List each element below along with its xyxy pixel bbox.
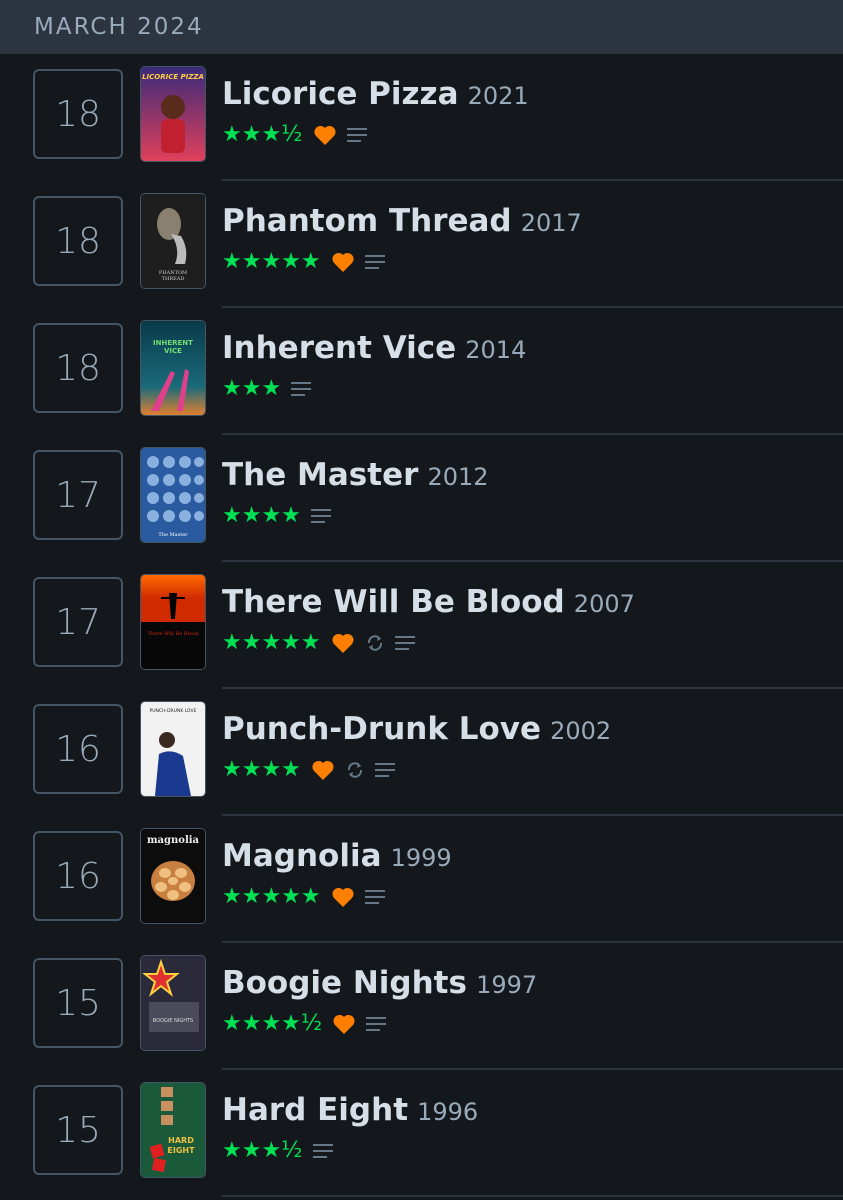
review-icon[interactable] bbox=[366, 1016, 387, 1032]
diary-entry[interactable]: 15 BOOGIE NIGHTS Boogie Nights 1997 ★★★★… bbox=[0, 943, 843, 1070]
svg-text:magnolia: magnolia bbox=[147, 835, 200, 846]
heart-icon bbox=[332, 252, 354, 272]
star-rating: ★★★ bbox=[222, 376, 282, 401]
film-year[interactable]: 1997 bbox=[476, 971, 537, 999]
star-rating: ★★★★★ bbox=[222, 884, 321, 909]
film-title[interactable]: Boogie Nights bbox=[222, 965, 467, 1001]
day-number[interactable]: 17 bbox=[33, 577, 123, 667]
review-icon[interactable] bbox=[346, 127, 367, 143]
diary-entry[interactable]: 15 HARD EIGHT Hard Eight 1996 ★★★½ bbox=[0, 1070, 843, 1197]
film-title[interactable]: There Will Be Blood bbox=[222, 584, 565, 620]
review-icon[interactable] bbox=[364, 254, 385, 270]
film-title[interactable]: Inherent Vice bbox=[222, 330, 456, 366]
day-number[interactable]: 17 bbox=[33, 450, 123, 540]
day-number[interactable]: 16 bbox=[33, 831, 123, 921]
month-title: MARCH 2024 bbox=[34, 14, 204, 40]
diary-entry[interactable]: 16 PUNCH-DRUNK LOVE Punch-Drunk Love 200… bbox=[0, 689, 843, 816]
svg-text:THREAD: THREAD bbox=[162, 276, 185, 282]
diary-entry[interactable]: 18 PHANTOM THREAD Phantom Thread 2017 ★★… bbox=[0, 181, 843, 308]
heart-icon bbox=[333, 1014, 355, 1034]
svg-text:INHERENT: INHERENT bbox=[153, 339, 193, 347]
film-year[interactable]: 2014 bbox=[465, 336, 526, 364]
review-icon[interactable] bbox=[310, 508, 331, 524]
film-title[interactable]: Phantom Thread bbox=[222, 203, 512, 239]
diary-entry[interactable]: 18 LICORICE PIZZA Licorice Pizza 2021 ★★… bbox=[0, 54, 843, 181]
film-poster[interactable]: PUNCH-DRUNK LOVE bbox=[141, 702, 205, 796]
month-header: MARCH 2024 bbox=[0, 0, 843, 54]
film-title[interactable]: The Master bbox=[222, 457, 418, 493]
row-divider bbox=[222, 1195, 843, 1197]
film-year[interactable]: 1996 bbox=[417, 1098, 478, 1126]
day-number[interactable]: 15 bbox=[33, 958, 123, 1048]
film-poster[interactable]: INHERENT VICE bbox=[141, 321, 205, 415]
film-year[interactable]: 2021 bbox=[468, 82, 529, 110]
film-year[interactable]: 1999 bbox=[391, 844, 452, 872]
heart-icon bbox=[332, 633, 354, 653]
day-number[interactable]: 18 bbox=[33, 323, 123, 413]
star-rating: ★★★★ bbox=[222, 757, 301, 782]
day-number[interactable]: 15 bbox=[33, 1085, 123, 1175]
star-rating: ★★★★½ bbox=[222, 1011, 323, 1036]
svg-text:There Will Be Blood: There Will Be Blood bbox=[148, 631, 199, 637]
film-year[interactable]: 2002 bbox=[550, 717, 611, 745]
film-year[interactable]: 2012 bbox=[427, 463, 488, 491]
film-poster[interactable]: LICORICE PIZZA bbox=[141, 67, 205, 161]
review-icon[interactable] bbox=[312, 1143, 333, 1159]
star-rating: ★★★★★ bbox=[222, 249, 321, 274]
review-icon[interactable] bbox=[374, 762, 395, 778]
svg-text:BOOGIE NIGHTS: BOOGIE NIGHTS bbox=[153, 1018, 193, 1024]
review-icon[interactable] bbox=[291, 381, 312, 397]
film-title[interactable]: Punch-Drunk Love bbox=[222, 711, 541, 747]
film-poster[interactable]: The Master bbox=[141, 448, 205, 542]
film-title[interactable]: Magnolia bbox=[222, 838, 382, 874]
day-number[interactable]: 18 bbox=[33, 69, 123, 159]
star-rating: ★★★★ bbox=[222, 503, 301, 528]
film-year[interactable]: 2017 bbox=[521, 209, 582, 237]
film-year[interactable]: 2007 bbox=[574, 590, 635, 618]
film-title[interactable]: Licorice Pizza bbox=[222, 76, 459, 112]
heart-icon bbox=[313, 125, 336, 145]
star-rating: ★★★★★ bbox=[222, 630, 321, 655]
film-poster[interactable]: HARD EIGHT bbox=[141, 1083, 205, 1177]
svg-text:EIGHT: EIGHT bbox=[167, 1146, 195, 1155]
svg-text:The Master: The Master bbox=[158, 532, 188, 538]
diary-list: 18 LICORICE PIZZA Licorice Pizza 2021 ★★… bbox=[0, 54, 843, 1197]
svg-text:PUNCH-DRUNK LOVE: PUNCH-DRUNK LOVE bbox=[150, 708, 197, 714]
rewatch-icon bbox=[367, 634, 382, 651]
day-number[interactable]: 18 bbox=[33, 196, 123, 286]
film-poster[interactable]: BOOGIE NIGHTS bbox=[141, 956, 205, 1050]
svg-text:LICORICE PIZZA: LICORICE PIZZA bbox=[142, 73, 204, 81]
day-number[interactable]: 16 bbox=[33, 704, 123, 794]
rewatch-icon bbox=[347, 761, 362, 778]
film-poster[interactable]: PHANTOM THREAD bbox=[141, 194, 205, 288]
svg-text:VICE: VICE bbox=[164, 347, 182, 355]
film-poster[interactable]: There Will Be Blood bbox=[141, 575, 205, 669]
svg-text:HARD: HARD bbox=[168, 1136, 194, 1145]
diary-entry[interactable]: 16 magnolia Magnolia 1999 ★★★★★ bbox=[0, 816, 843, 943]
star-rating: ★★★½ bbox=[222, 1138, 303, 1163]
heart-icon bbox=[332, 887, 354, 907]
diary-entry[interactable]: 18 INHERENT VICE Inherent Vice 2014 ★★★ bbox=[0, 308, 843, 435]
diary-entry[interactable]: 17 There Will Be Blood There Will Be Blo… bbox=[0, 562, 843, 689]
diary-entry[interactable]: 17 The Master The Master 2012 ★★★★ bbox=[0, 435, 843, 562]
film-poster[interactable]: magnolia bbox=[141, 829, 205, 923]
review-icon[interactable] bbox=[364, 889, 385, 905]
film-title[interactable]: Hard Eight bbox=[222, 1092, 408, 1128]
star-rating: ★★★½ bbox=[222, 122, 303, 147]
review-icon[interactable] bbox=[394, 635, 415, 651]
heart-icon bbox=[312, 760, 334, 780]
